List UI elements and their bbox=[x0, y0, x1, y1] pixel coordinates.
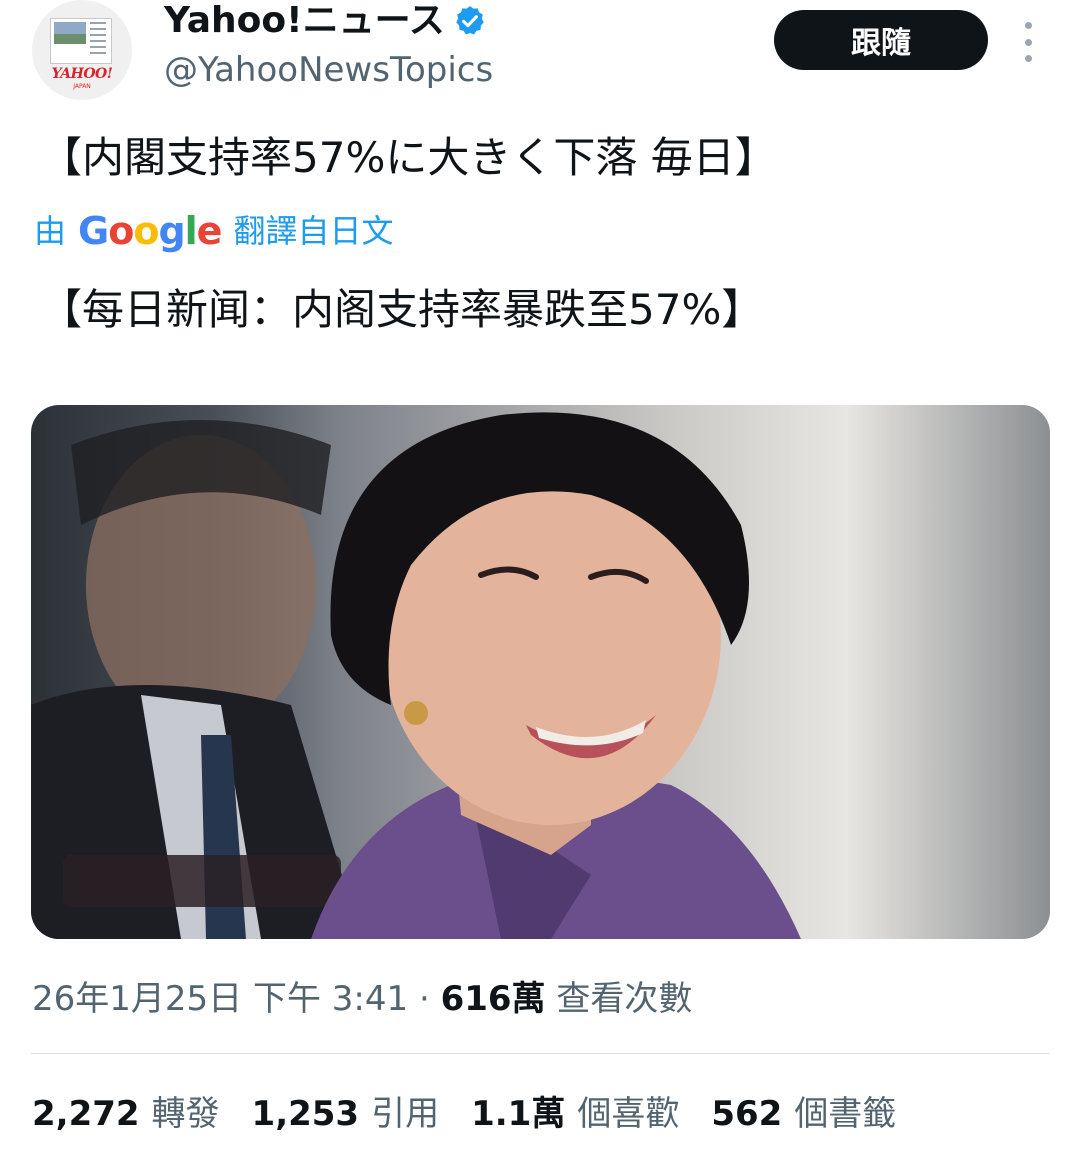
stat-retweets[interactable]: 2,272 轉發 bbox=[32, 1090, 220, 1138]
follow-button[interactable]: 跟隨 bbox=[774, 10, 988, 70]
stat-label: 轉發 bbox=[151, 1094, 220, 1134]
more-vertical-icon[interactable] bbox=[1016, 22, 1040, 62]
stat-label: 個書籤 bbox=[794, 1094, 897, 1134]
divider bbox=[31, 1053, 1050, 1054]
avatar-brand-sub: JAPAN bbox=[73, 83, 91, 90]
display-name-row[interactable]: Yahoo!ニュース bbox=[164, 0, 487, 43]
views-count: 616萬 bbox=[440, 979, 546, 1019]
stat-bookmarks[interactable]: 562 個書籤 bbox=[711, 1090, 896, 1138]
tweet-text: 【内閣支持率57%に大きく下落 毎日】 bbox=[40, 133, 777, 182]
tweet-meta: 26年1月25日 下午 3:41 · 616萬 查看次數 bbox=[32, 975, 692, 1023]
display-name[interactable]: Yahoo!ニュース bbox=[164, 0, 445, 43]
engagement-stats: 2,272 轉發 1,253 引用 1.1萬 個喜歡 562 個書籤 bbox=[32, 1090, 896, 1138]
stat-value: 2,272 bbox=[32, 1094, 140, 1134]
stat-label: 引用 bbox=[371, 1094, 440, 1134]
stat-likes[interactable]: 1.1萬 個喜歡 bbox=[471, 1090, 679, 1138]
translate-prefix: 由 bbox=[34, 212, 67, 250]
avatar-brand: YAHOO! bbox=[51, 66, 113, 82]
google-logo: Google bbox=[78, 209, 222, 253]
newspaper-photo bbox=[54, 22, 86, 44]
stat-value: 562 bbox=[711, 1094, 783, 1134]
translate-suffix[interactable]: 翻譯自日文 bbox=[233, 208, 393, 254]
stat-label: 個喜歡 bbox=[577, 1094, 680, 1134]
translated-text: 【每日新闻：内阁支持率暴跌至57%】 bbox=[40, 285, 764, 334]
translation-attribution[interactable]: 由 Google 翻譯自日文 bbox=[34, 208, 393, 254]
newspaper-lines bbox=[90, 22, 106, 58]
verified-badge-icon bbox=[456, 6, 484, 35]
timestamp[interactable]: 26年1月25日 下午 3:41 bbox=[32, 979, 408, 1019]
stat-value: 1,253 bbox=[251, 1094, 360, 1134]
tweet-photo[interactable] bbox=[31, 405, 1050, 939]
handle[interactable]: @YahooNewsTopics bbox=[164, 48, 493, 92]
stat-value: 1.1萬 bbox=[471, 1094, 566, 1134]
stat-quotes[interactable]: 1,253 引用 bbox=[252, 1090, 440, 1138]
photo-illustration bbox=[31, 412, 801, 939]
blurred-caption-badge bbox=[63, 855, 341, 907]
views-label: 查看次數 bbox=[556, 979, 693, 1019]
meta-separator: · bbox=[418, 979, 430, 1019]
avatar[interactable]: YAHOO! JAPAN bbox=[32, 0, 132, 100]
